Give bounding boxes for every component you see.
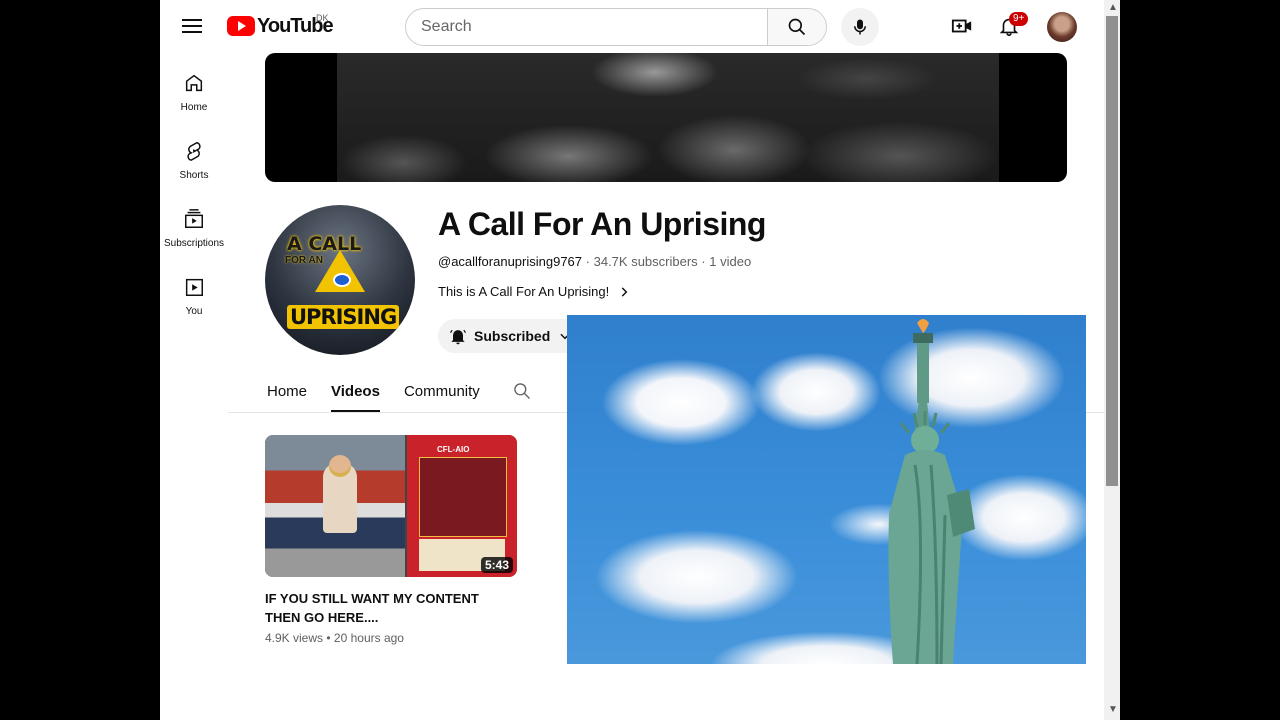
sidebar-item-label: Subscriptions [163,238,225,249]
scroll-down-arrow[interactable]: ▼ [1108,704,1118,715]
sidebar-item-home[interactable]: Home [160,56,228,124]
channel-tabs: Home Videos Community [267,370,532,412]
subscriptions-icon [185,209,203,228]
channel-banner [265,53,1067,182]
search-icon [788,18,806,36]
sidebar-item-you[interactable]: You [160,260,228,328]
scroll-up-arrow[interactable]: ▲ [1108,2,1118,13]
notification-badge: 9+ [1009,12,1029,26]
description-text: This is A Call For An Uprising! [438,284,610,299]
subscriber-count: 34.7K subscribers [593,254,698,269]
sidebar-item-label: You [185,306,203,317]
thumbnail-figure-head [329,455,351,477]
meta-separator: · [585,254,590,269]
account-avatar[interactable] [1047,12,1077,42]
channel-search-button[interactable] [512,370,532,412]
search-box [405,8,827,46]
banner-image [337,53,999,182]
search-button[interactable] [767,9,826,45]
chevron-right-icon [621,286,628,297]
video-thumbnail[interactable]: CFL-AIO 5:43 [265,435,517,577]
avatar-text-line3: UPRISING [287,305,400,329]
voice-search-button[interactable] [841,8,879,46]
youtube-play-icon [227,16,255,36]
sidebar-item-shorts[interactable]: Shorts [160,124,228,192]
video-age: 20 hours ago [333,631,404,645]
channel-meta: @acallforanuprising9767 · 34.7K subscrib… [438,254,751,269]
video-duration: 5:43 [480,557,513,573]
thumbnail-card-title: CFL-AIO [437,445,470,454]
eye-icon [333,273,351,287]
sidebar: Home Shorts Subscriptions You [160,56,228,328]
tab-videos[interactable]: Videos [331,370,380,412]
channel-handle: @acallforanuprising9767 [438,254,583,269]
home-icon [185,74,203,92]
sidebar-item-label: Shorts [179,170,209,181]
menu-icon[interactable] [182,16,202,36]
create-video-button[interactable] [951,15,973,37]
channel-description[interactable]: This is A Call For An Uprising! [438,284,631,299]
meta-separator: · [701,254,706,269]
page-scrollbar[interactable]: ▲ ▼ [1104,0,1120,720]
sidebar-item-label: Home [180,102,208,113]
thumbnail-card-art [419,457,507,537]
channel-avatar: A CALL FOR AN UPRISING [265,205,415,355]
subscribed-label: Subscribed [474,328,551,344]
tab-community[interactable]: Community [404,370,480,412]
tab-home[interactable]: Home [267,370,307,412]
search-input[interactable] [406,9,767,45]
region-code: DK [316,13,329,23]
microphone-icon [854,19,866,35]
you-icon [185,278,203,296]
meta-separator: • [326,631,331,645]
top-bar: YouTube DK 9+ [160,0,1104,54]
create-video-icon [951,19,972,33]
bell-icon [449,329,467,345]
channel-title: A Call For An Uprising [438,206,766,242]
scrollbar-thumb[interactable] [1106,16,1118,486]
video-views: 4.9K views [265,631,324,645]
search-icon [514,383,530,399]
video-meta: 4.9K views • 20 hours ago [265,631,404,645]
thumbnail-card: CFL-AIO [407,435,517,577]
sidebar-item-subscriptions[interactable]: Subscriptions [160,192,228,260]
statue-of-liberty-figure [888,319,975,664]
shorts-icon [187,141,201,161]
statue-of-liberty-image [567,315,1086,664]
video-count: 1 video [709,254,752,269]
video-title[interactable]: IF YOU STILL WANT MY CONTENT THEN GO HER… [265,589,505,627]
